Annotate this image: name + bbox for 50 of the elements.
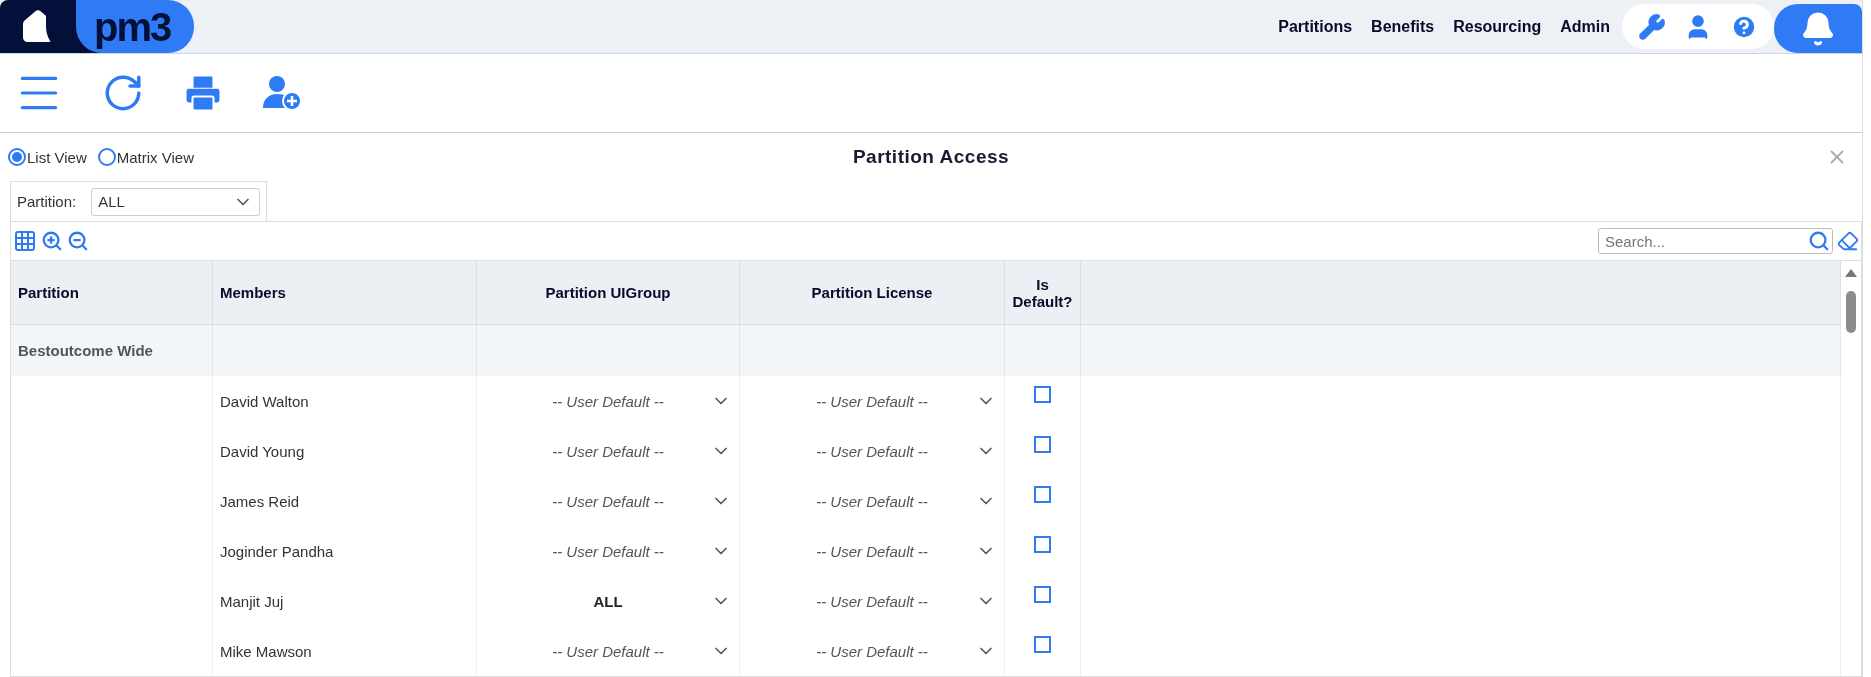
column-header: Is Default? [1005, 261, 1081, 325]
member-cell: David Young [213, 426, 477, 476]
member-cell: Mike Mawson [213, 626, 477, 676]
radio-option[interactable]: Matrix View [97, 148, 194, 166]
nav-link[interactable]: Admin [1560, 17, 1610, 36]
nav-link[interactable]: Resourcing [1453, 17, 1542, 36]
panel-title: Partition Access [852, 146, 1010, 167]
dropdown[interactable]: -- User Default -- [477, 376, 740, 426]
column-header: Partition License [740, 261, 1005, 325]
checkbox[interactable] [1034, 536, 1051, 553]
member-cell: Manjit Juj [213, 576, 477, 626]
checkbox[interactable] [1034, 486, 1051, 503]
filter-label: Partition: [17, 193, 77, 210]
member-cell: David Walton [213, 376, 477, 426]
radio-option[interactable]: List View [8, 148, 87, 166]
dropdown[interactable]: -- User Default -- [740, 426, 1005, 476]
checkbox[interactable] [1034, 386, 1051, 403]
checkbox[interactable] [1034, 586, 1051, 603]
grid-icon[interactable] [13, 229, 37, 253]
dropdown[interactable]: -- User Default -- [740, 576, 1005, 626]
search-field[interactable]: Search... [1598, 228, 1833, 254]
dropdown[interactable]: -- User Default -- [477, 426, 740, 476]
scroll-up-arrow-icon[interactable] [1845, 269, 1857, 277]
dropdown[interactable]: -- User Default -- [477, 626, 740, 676]
dropdown[interactable]: ALL [477, 576, 740, 626]
member-cell: James Reid [213, 476, 477, 526]
checkbox[interactable] [1034, 636, 1051, 653]
wrench-icon[interactable] [1638, 12, 1666, 41]
zoom-out-icon[interactable] [67, 230, 89, 252]
nav-link[interactable]: Benefits [1371, 17, 1435, 36]
column-header: Partition [11, 261, 213, 325]
checkbox[interactable] [1034, 436, 1051, 453]
dropdown[interactable]: -- User Default -- [477, 526, 740, 576]
notifications-button[interactable] [1774, 4, 1862, 53]
column-header: Partition UIGroup [477, 261, 740, 325]
column-header: Members [213, 261, 477, 325]
dropdown[interactable]: -- User Default -- [740, 626, 1005, 676]
dropdown[interactable]: -- User Default -- [477, 476, 740, 526]
partition-dropdown[interactable]: ALL [91, 187, 260, 216]
zoom-in-icon[interactable] [41, 230, 63, 252]
member-cell: Joginder Pandha [213, 526, 477, 576]
dropdown[interactable]: -- User Default -- [740, 476, 1005, 526]
dropdown[interactable]: -- User Default -- [740, 526, 1005, 576]
scroll-thumb[interactable] [1846, 291, 1856, 333]
bell-icon [1800, 10, 1836, 47]
eraser-icon[interactable] [1837, 230, 1859, 252]
dropdown[interactable]: -- User Default -- [740, 376, 1005, 426]
group-cell: Bestoutcome Wide [11, 325, 213, 376]
nav-link[interactable]: Partitions [1278, 17, 1353, 36]
search-icon[interactable] [1808, 230, 1830, 252]
